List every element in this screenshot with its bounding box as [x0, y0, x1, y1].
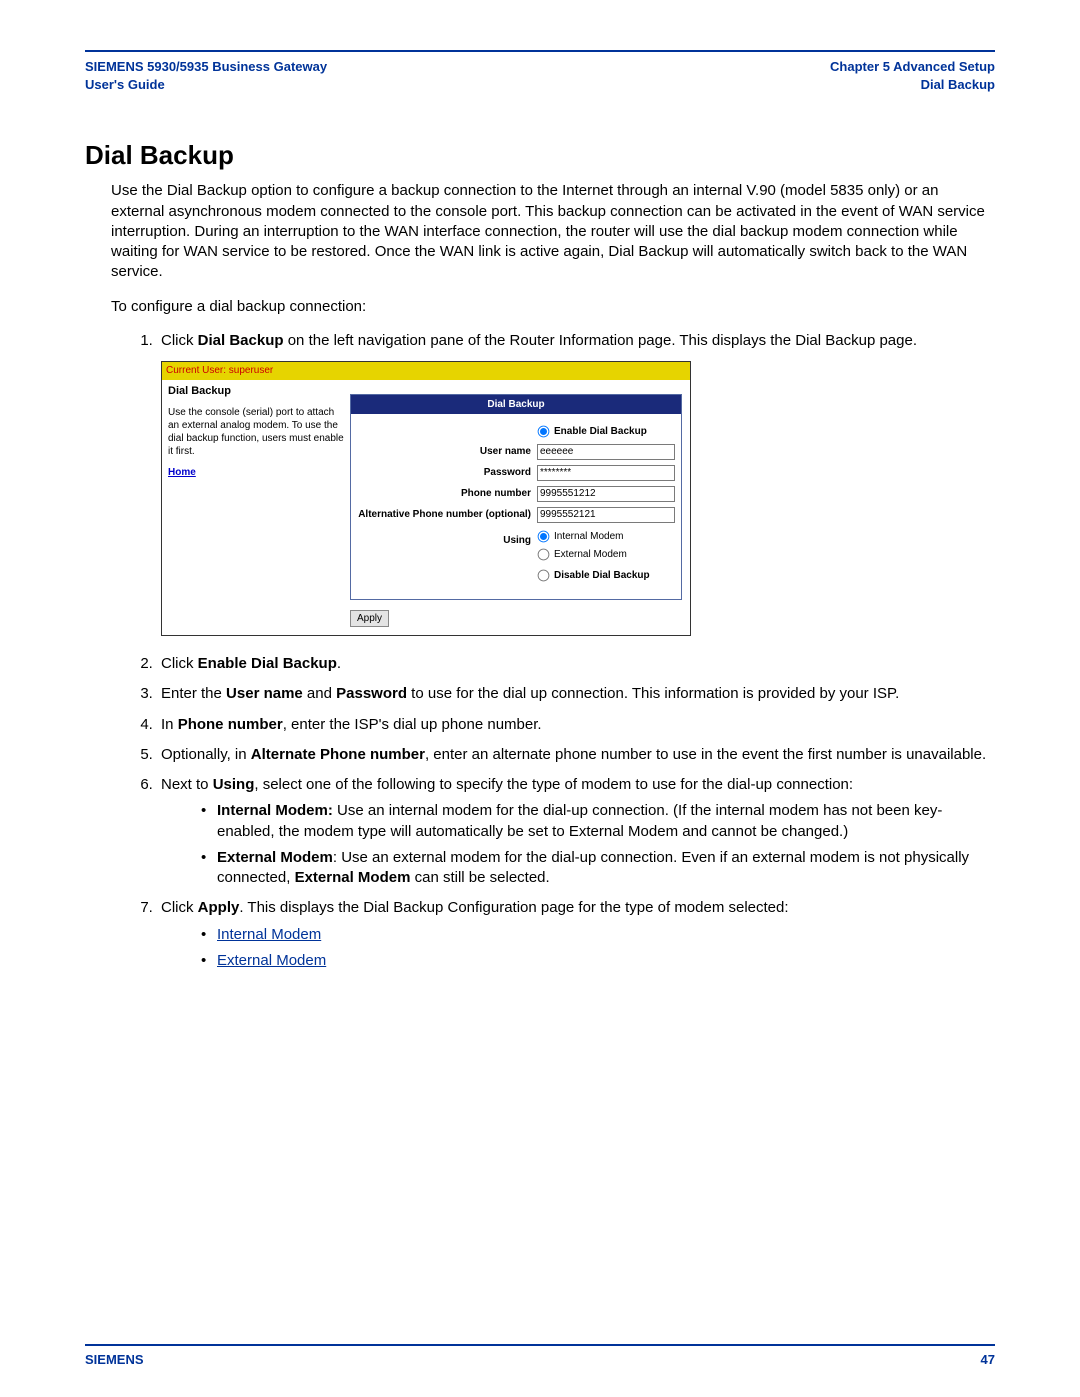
- header-right-1: Chapter 5 Advanced Setup: [830, 58, 995, 76]
- header-right-2: Dial Backup: [830, 76, 995, 94]
- alt-phone-input[interactable]: [537, 507, 675, 523]
- using-label: Using: [357, 528, 537, 548]
- internal-modem-link[interactable]: Internal Modem: [217, 926, 321, 943]
- external-modem-radio[interactable]: [538, 549, 550, 561]
- step-5: Optionally, in Alternate Phone number, e…: [157, 745, 995, 765]
- username-label: User name: [357, 445, 537, 459]
- section-title: Dial Backup: [85, 140, 995, 171]
- ui-sidebar: Dial Backup Use the console (serial) por…: [162, 380, 350, 636]
- step-2: Click Enable Dial Backup.: [157, 654, 995, 674]
- step-6: Next to Using, select one of the followi…: [157, 775, 995, 888]
- internal-modem-option[interactable]: Internal Modem: [537, 528, 627, 546]
- password-label: Password: [357, 466, 537, 480]
- enable-dial-backup-label: Enable Dial Backup: [554, 425, 647, 439]
- page-footer: SIEMENS 47: [85, 1346, 995, 1367]
- footer-right: 47: [981, 1352, 995, 1367]
- username-input[interactable]: [537, 444, 675, 460]
- current-user-bar: Current User: superuser: [162, 362, 690, 380]
- step-7-link-1-item: Internal Modem: [201, 925, 995, 945]
- panel-title: Dial Backup: [351, 395, 681, 415]
- disable-dial-backup-radio[interactable]: [538, 570, 550, 582]
- step-7-link-2-item: External Modem: [201, 951, 995, 971]
- sidebar-text: Use the console (serial) port to attach …: [168, 406, 344, 458]
- step-3: Enter the User name and Password to use …: [157, 684, 995, 704]
- phone-input[interactable]: [537, 486, 675, 502]
- footer-left: SIEMENS: [85, 1352, 144, 1367]
- step-1: Click Dial Backup on the left navigation…: [157, 331, 995, 636]
- external-modem-label: External Modem: [554, 546, 627, 564]
- sidebar-title: Dial Backup: [168, 384, 344, 399]
- step-7: Click Apply. This displays the Dial Back…: [157, 898, 995, 971]
- header-left-2: User's Guide: [85, 76, 327, 94]
- password-input[interactable]: [537, 465, 675, 481]
- alt-phone-label: Alternative Phone number (optional): [357, 508, 537, 522]
- lead-paragraph: To configure a dial backup connection:: [111, 297, 995, 317]
- internal-modem-label: Internal Modem: [554, 528, 623, 546]
- step-6-bullet-1: Internal Modem: Use an internal modem fo…: [201, 801, 995, 842]
- external-modem-option[interactable]: External Modem: [537, 546, 627, 564]
- header-left-1: SIEMENS 5930/5935 Business Gateway: [85, 58, 327, 76]
- page-header: SIEMENS 5930/5935 Business Gateway User'…: [85, 52, 995, 100]
- dial-backup-ui: Current User: superuser Dial Backup Use …: [161, 361, 691, 636]
- internal-modem-radio[interactable]: [538, 531, 550, 543]
- apply-button[interactable]: Apply: [350, 610, 389, 627]
- disable-dial-backup-label: Disable Dial Backup: [554, 569, 650, 583]
- phone-label: Phone number: [357, 487, 537, 501]
- home-link[interactable]: Home: [168, 466, 196, 480]
- external-modem-link[interactable]: External Modem: [217, 952, 326, 969]
- step-6-bullet-2: External Modem: Use an external modem fo…: [201, 848, 995, 889]
- dial-backup-panel: Dial Backup Enable Dial Backup User name: [350, 394, 682, 601]
- step-4: In Phone number, enter the ISP's dial up…: [157, 715, 995, 735]
- intro-paragraph: Use the Dial Backup option to configure …: [111, 181, 995, 282]
- enable-dial-backup-radio[interactable]: [538, 426, 550, 438]
